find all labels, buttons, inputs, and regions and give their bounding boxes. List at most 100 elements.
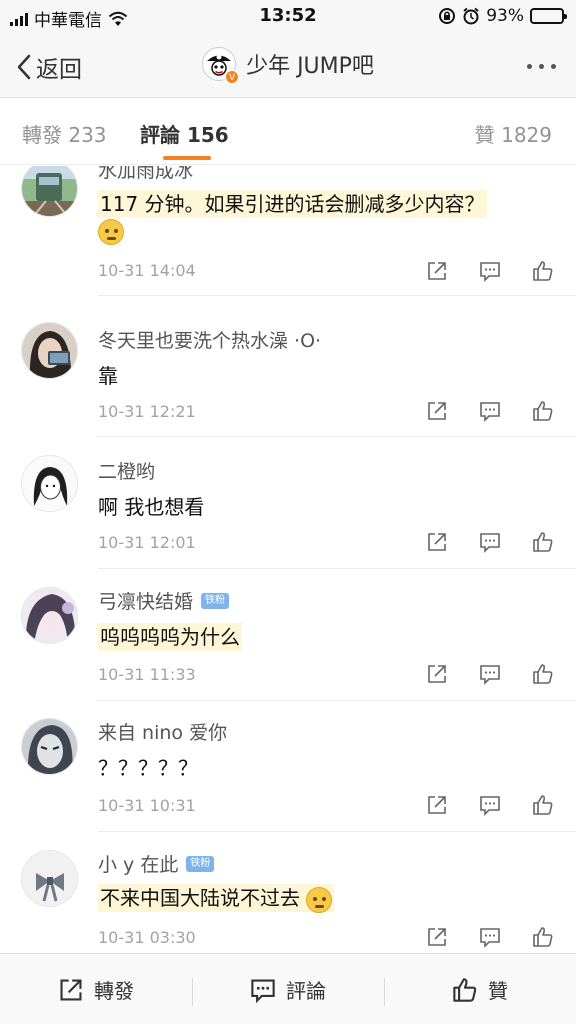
comment-item: 二橙哟 啊 我也想看 10-31 12:01 [0, 437, 576, 569]
like-icon[interactable] [532, 663, 554, 685]
like-button[interactable]: 贊 [384, 954, 576, 1024]
comment-button[interactable]: 評論 [192, 954, 384, 1024]
comment-text-highlight: 不来中国大陆说不过去 [98, 884, 335, 913]
repost-label: 轉發 [94, 979, 134, 1003]
repost-button[interactable]: 轉發 [0, 954, 192, 1024]
comment-text: ？？？？？ [98, 752, 198, 781]
verified-badge: V [225, 70, 240, 84]
comment-actions [426, 400, 554, 422]
thumbs-up-icon [453, 977, 477, 1002]
comment-emoji-line [98, 218, 124, 245]
comment-time: 10-31 10:31 [98, 796, 196, 815]
reply-icon[interactable] [479, 531, 501, 553]
reply-icon[interactable] [479, 260, 501, 282]
share-icon[interactable] [426, 926, 448, 948]
reply-icon[interactable] [479, 400, 501, 422]
reply-icon[interactable] [479, 794, 501, 816]
avatar[interactable] [21, 587, 78, 644]
comment-item: 弓凛快结婚 铁粉 呜呜呜呜为什么 10-31 11:33 [0, 569, 576, 701]
author-name: 冬天里也要洗个热水澡 ·O· [98, 330, 322, 352]
fan-badge: 铁粉 [201, 592, 230, 609]
comment-time: 10-31 12:21 [98, 402, 196, 421]
author-name: 水加雨成冰 [98, 166, 194, 182]
share-icon[interactable] [426, 794, 448, 816]
avatar[interactable] [21, 166, 78, 217]
avatar[interactable] [21, 322, 78, 379]
comment-author[interactable]: 冬天里也要洗个热水澡 ·O· [98, 326, 321, 353]
comment-text-content: 117 分钟。如果引进的话会删减多少内容？ [98, 190, 487, 218]
comment-time: 10-31 12:01 [98, 533, 196, 552]
avatar[interactable] [21, 455, 78, 512]
comment-text: 靠 [98, 360, 118, 389]
comment-item: 冬天里也要洗个热水澡 ·O· 靠 10-31 12:21 [0, 296, 576, 437]
comment-icon [251, 978, 275, 1003]
share-icon[interactable] [426, 531, 448, 553]
reply-icon[interactable] [479, 663, 501, 685]
page-title[interactable]: V 少年 JUMP吧 [0, 47, 576, 84]
comment-text-content: 呜呜呜呜为什么 [98, 623, 242, 651]
comment-text: 呜呜呜呜为什么 [98, 621, 242, 651]
avatar-sketch-image [22, 456, 77, 511]
thinking-emoji-icon [98, 218, 124, 245]
like-icon[interactable] [532, 400, 554, 422]
comment-actions [426, 926, 554, 948]
comment-text-content: 靠 [98, 364, 118, 388]
avatar-anime-image [22, 588, 77, 643]
tab-comment[interactable]: 評論 156 [140, 119, 229, 148]
tab-repost[interactable]: 轉發 233 [22, 119, 107, 148]
nav-bar: 返回 V 少年 JUMP吧 [0, 34, 576, 98]
like-icon[interactable] [532, 260, 554, 282]
comment-text-content: 啊 我也想看 [98, 495, 205, 519]
comment-time: 10-31 14:04 [98, 261, 196, 280]
like-icon[interactable] [532, 794, 554, 816]
comment-author[interactable]: 弓凛快结婚 铁粉 [98, 587, 230, 614]
comment-list[interactable]: 水加雨成冰 117 分钟。如果引进的话会删减多少内容？ 10-31 14:04 … [0, 166, 576, 953]
status-bar: 中華電信 13:52 93% [0, 0, 576, 34]
share-icon[interactable] [426, 400, 448, 422]
comment-text-content: 不来中国大陆说不过去 [100, 886, 300, 910]
comment-time: 10-31 11:33 [98, 665, 196, 684]
more-dot-icon [539, 64, 544, 69]
share-icon[interactable] [426, 260, 448, 282]
group-name: 少年 JUMP吧 [246, 54, 374, 79]
battery-percent: 93% [486, 6, 524, 26]
comment-text: 117 分钟。如果引进的话会删减多少内容？ [98, 188, 487, 218]
author-name: 弓凛快结婚 [98, 591, 194, 613]
eye-roll-emoji-icon [306, 886, 333, 913]
comment-author[interactable]: 水加雨成冰 [98, 166, 193, 183]
like-icon[interactable] [532, 531, 554, 553]
comment-text: 啊 我也想看 [98, 491, 204, 520]
share-icon[interactable] [426, 663, 448, 685]
comment-actions [426, 260, 554, 282]
comment-time: 10-31 03:30 [98, 928, 196, 947]
share-icon [60, 978, 82, 1001]
fan-badge: 铁粉 [186, 855, 215, 872]
tab-like[interactable]: 贊 1829 [475, 119, 552, 148]
comment-item: 小 y 在此 铁粉 不来中国大陆说不过去 10-31 03:30 [0, 832, 576, 953]
avatar-train-image [22, 166, 77, 216]
avatar[interactable] [21, 850, 78, 907]
battery-icon [530, 8, 567, 24]
bottom-toolbar: 轉發 評論 贊 [0, 953, 576, 1024]
avatar[interactable] [21, 718, 78, 775]
avatar-face-image [22, 719, 77, 774]
avatar-bow-image [22, 851, 77, 906]
comment-label: 評論 [286, 979, 326, 1003]
comment-actions [426, 531, 554, 553]
active-tab-indicator [163, 156, 211, 160]
comment-actions [426, 794, 554, 816]
like-icon[interactable] [532, 926, 554, 948]
comment-actions [426, 663, 554, 685]
comment-text-content: ？？？？？ [98, 756, 198, 780]
author-name: 来自 nino 爱你 [98, 722, 228, 744]
author-name: 二橙哟 [98, 461, 156, 483]
author-name: 小 y 在此 [98, 854, 179, 876]
comment-author[interactable]: 二橙哟 [98, 457, 155, 484]
group-avatar: V [202, 47, 240, 84]
alarm-icon [463, 7, 479, 25]
rotation-lock-icon [439, 8, 456, 24]
more-button[interactable] [527, 64, 556, 69]
reply-icon[interactable] [479, 926, 501, 948]
comment-author[interactable]: 来自 nino 爱你 [98, 718, 227, 745]
comment-author[interactable]: 小 y 在此 铁粉 [98, 850, 215, 877]
